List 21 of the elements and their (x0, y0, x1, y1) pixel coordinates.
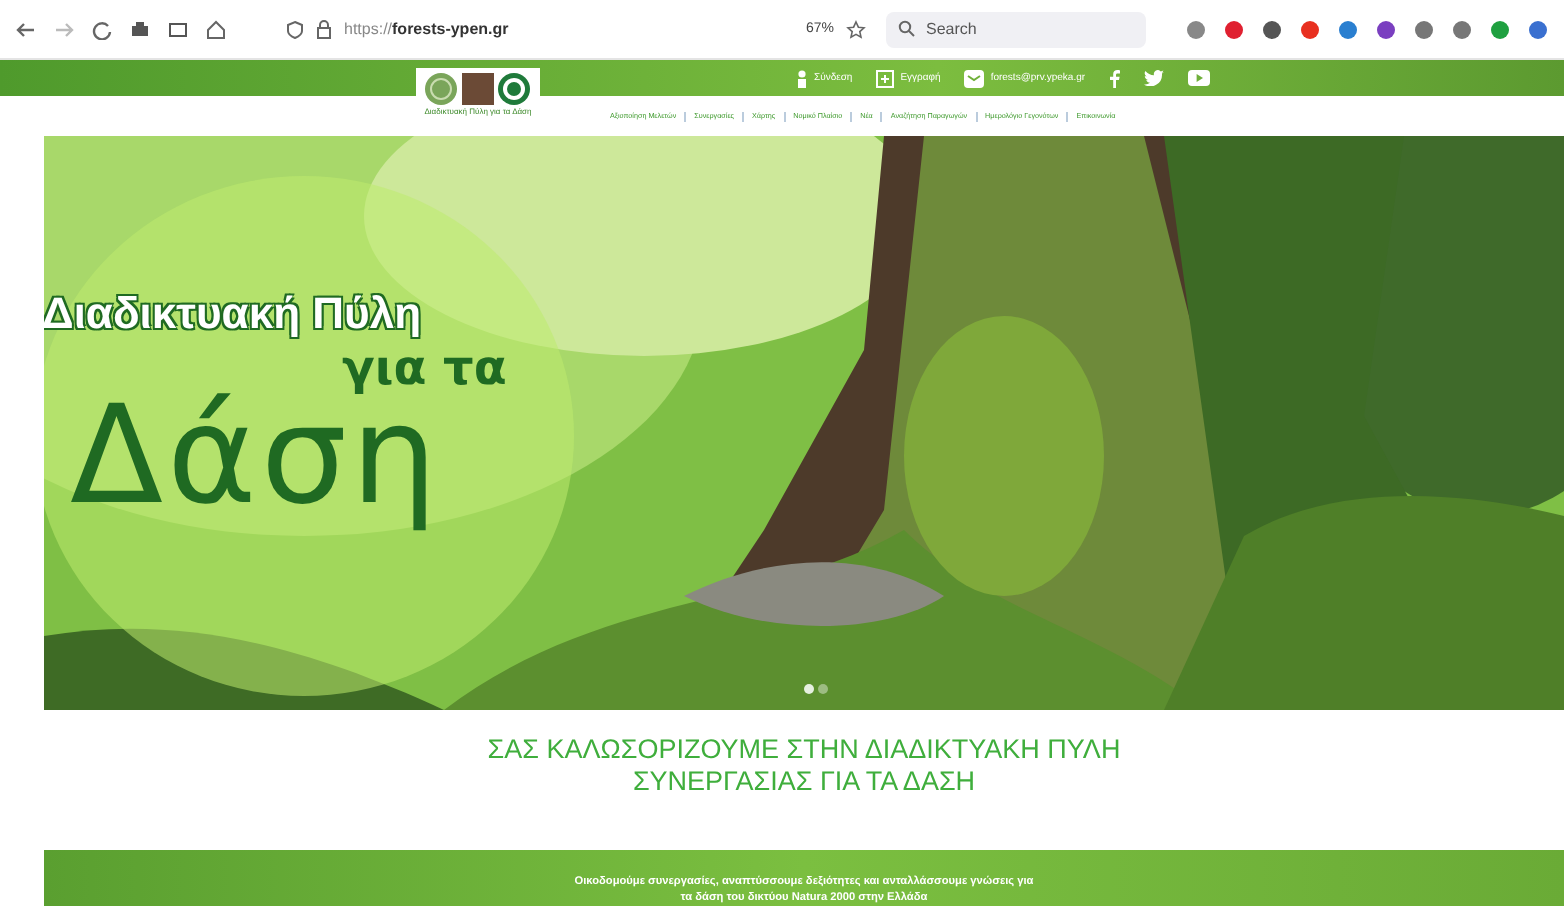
back-icon[interactable] (16, 19, 36, 39)
mail-icon (964, 69, 985, 87)
lock-icon (316, 19, 332, 39)
slide-dot[interactable] (818, 684, 828, 694)
facebook-icon[interactable] (1109, 69, 1120, 87)
welcome-heading: ΣΑΣ ΚΑΛΩΣΟΡΙΖΟΥΜΕ ΣΤΗΝ ΔΙΑΔΙΚΤΥΑΚΗ ΠΥΛΗ ΣΥΝΕΡΓΑΣΙΑΣ ΓΙΑ ΤΑ ΔΑΣΗ (485, 732, 1123, 800)
twitter-icon[interactable] (1143, 70, 1164, 86)
user-icon (796, 69, 808, 87)
shield-icon (286, 19, 304, 39)
star-icon[interactable] (846, 19, 866, 39)
printer-icon[interactable] (130, 19, 150, 39)
reload-icon[interactable] (92, 19, 112, 39)
logo-emblem-drawing (424, 72, 532, 106)
search-icon (898, 20, 916, 38)
hero-title: Διαδικτυακή Πύλη (44, 288, 422, 340)
search-field[interactable]: Search (886, 11, 1146, 47)
home-icon[interactable] (206, 19, 226, 39)
slide-dot[interactable] (804, 684, 814, 694)
address-field[interactable]: https://forests-ypen.gr (344, 20, 509, 38)
youtube-icon[interactable] (1187, 70, 1210, 86)
plus-icon (876, 69, 895, 87)
